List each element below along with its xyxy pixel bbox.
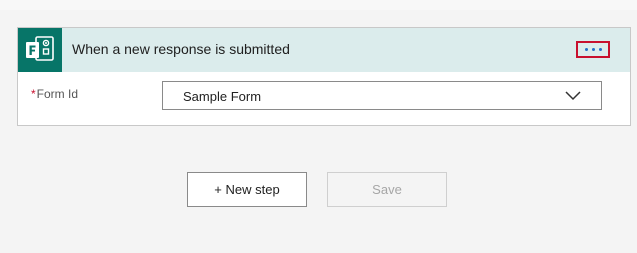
- microsoft-forms-icon: [18, 28, 62, 72]
- page-top-strip: [0, 0, 637, 10]
- chevron-down-icon: [565, 91, 581, 101]
- form-id-row: *Form Id Sample Form: [18, 72, 630, 125]
- form-id-label-text: Form Id: [36, 87, 79, 101]
- ellipsis-icon-dot-2: [591, 48, 595, 51]
- ellipsis-icon-dot-3: [598, 48, 602, 51]
- new-step-button[interactable]: + New step: [187, 172, 307, 207]
- form-id-label: *Form Id: [31, 87, 78, 101]
- forms-logo-glyph: [26, 36, 54, 61]
- required-marker: *: [31, 87, 36, 101]
- ellipsis-icon-dot-1: [584, 48, 588, 51]
- form-id-dropdown[interactable]: Sample Form: [162, 81, 602, 110]
- form-id-selected-value: Sample Form: [183, 89, 262, 104]
- save-button[interactable]: Save: [327, 172, 447, 207]
- trigger-card: When a new response is submitted *Form I…: [17, 27, 631, 126]
- trigger-title: When a new response is submitted: [72, 41, 290, 57]
- trigger-card-header[interactable]: When a new response is submitted: [18, 28, 630, 72]
- more-options-button[interactable]: [576, 41, 610, 58]
